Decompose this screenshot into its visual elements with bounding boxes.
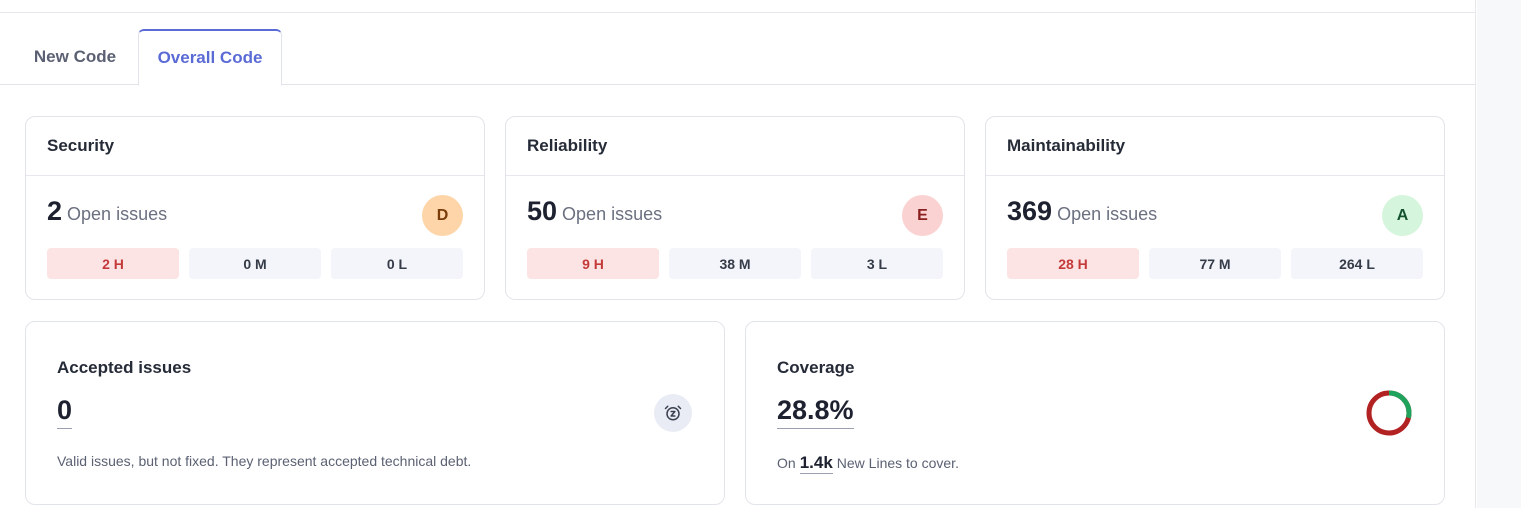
open-issues-link[interactable]: 369 Open issues <box>1007 196 1157 227</box>
rating-badge[interactable]: E <box>902 195 943 236</box>
severity-medium[interactable]: 0 M <box>189 248 321 279</box>
open-issues-count: 369 <box>1007 196 1053 226</box>
severity-medium[interactable]: 38 M <box>669 248 801 279</box>
open-issues-count: 2 <box>47 196 63 226</box>
lines-to-cover-count[interactable]: 1.4k <box>799 453 833 474</box>
open-issues-count: 50 <box>527 196 558 226</box>
snooze-icon <box>654 394 692 432</box>
severity-breakdown: 28 H 77 M 264 L <box>1007 248 1423 279</box>
coverage-donut-chart <box>1366 390 1412 436</box>
card-title: Security <box>26 117 484 176</box>
accepted-issues-card: Accepted issues 0 Valid issues, but not … <box>25 321 725 505</box>
coverage-value[interactable]: 28.8% <box>777 395 854 429</box>
severity-high[interactable]: 28 H <box>1007 248 1139 279</box>
severity-breakdown: 9 H 38 M 3 L <box>527 248 943 279</box>
security-card: Security 2 Open issues D 2 H 0 M 0 L <box>25 116 485 300</box>
main-content: New Code Overall Code Security 2 Open is… <box>0 0 1476 508</box>
tab-new-code[interactable]: New Code <box>14 29 136 85</box>
code-tabs: New Code Overall Code <box>0 29 1476 86</box>
severity-breakdown: 2 H 0 M 0 L <box>47 248 463 279</box>
card-title: Maintainability <box>986 117 1444 176</box>
card-title: Reliability <box>506 117 964 176</box>
card-description: Valid issues, but not fixed. They repres… <box>57 453 471 469</box>
severity-low[interactable]: 0 L <box>331 248 463 279</box>
accepted-issues-count[interactable]: 0 <box>57 395 73 429</box>
desc-suffix: New Lines to cover. <box>836 455 959 471</box>
desc-prefix: On <box>777 455 796 471</box>
open-issues-label: Open issues <box>562 204 663 224</box>
tab-overall-code[interactable]: Overall Code <box>138 29 282 86</box>
right-gutter <box>1477 0 1521 508</box>
open-issues-link[interactable]: 50 Open issues <box>527 196 662 227</box>
card-title: Coverage <box>777 358 855 377</box>
reliability-card: Reliability 50 Open issues E 9 H 38 M 3 … <box>505 116 965 300</box>
rating-badge[interactable]: A <box>1382 195 1423 236</box>
maintainability-card: Maintainability 369 Open issues A 28 H 7… <box>985 116 1445 300</box>
coverage-card: Coverage 28.8% On 1.4k New Lines to cove… <box>745 321 1445 505</box>
severity-medium[interactable]: 77 M <box>1149 248 1281 279</box>
card-title: Accepted issues <box>57 358 192 377</box>
severity-high[interactable]: 9 H <box>527 248 659 279</box>
severity-high[interactable]: 2 H <box>47 248 179 279</box>
card-description: On 1.4k New Lines to cover. <box>777 453 959 474</box>
description-text: Valid issues, but not fixed. They repres… <box>57 453 472 469</box>
rating-badge[interactable]: D <box>422 195 463 236</box>
top-divider <box>0 12 1476 13</box>
open-issues-link[interactable]: 2 Open issues <box>47 196 167 227</box>
open-issues-label: Open issues <box>67 204 168 224</box>
open-issues-label: Open issues <box>1057 204 1158 224</box>
severity-low[interactable]: 264 L <box>1291 248 1423 279</box>
severity-low[interactable]: 3 L <box>811 248 943 279</box>
